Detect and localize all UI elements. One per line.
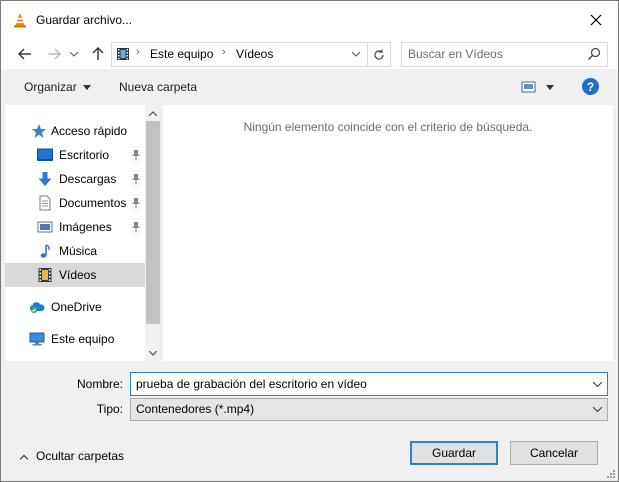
title-bar: Guardar archivo...: [1, 1, 618, 39]
hide-folders-label: Ocultar carpetas: [36, 449, 125, 463]
chevron-down-icon: [70, 51, 78, 57]
file-name-dropdown-button[interactable]: [587, 373, 607, 395]
sidebar-item-label: Acceso rápido: [51, 124, 128, 138]
new-folder-button[interactable]: Nueva carpeta: [119, 80, 197, 94]
hide-folders-toggle[interactable]: Ocultar carpetas: [18, 449, 124, 463]
chevron-up-icon: [149, 110, 157, 116]
vlc-cone-icon: [14, 13, 26, 28]
chevron-down-icon: [592, 381, 602, 387]
save-options-panel: Nombre: Tipo: Contenedores (*.mp4) Ocult…: [1, 361, 618, 481]
recent-locations-button[interactable]: [67, 43, 81, 65]
window-title: Guardar archivo...: [36, 13, 133, 27]
up-button[interactable]: [87, 43, 109, 65]
back-arrow-icon: [18, 48, 31, 60]
forward-arrow-icon: [48, 48, 61, 60]
navigation-bar: › Este equipo › Vídeos: [1, 39, 618, 69]
scroll-thumb[interactable]: [146, 121, 160, 324]
help-button[interactable]: ?: [582, 78, 599, 95]
cancel-button[interactable]: Cancelar: [510, 441, 598, 465]
file-type-select[interactable]: Contenedores (*.mp4): [130, 398, 608, 421]
sidebar-item-onedrive[interactable]: OneDrive: [5, 295, 145, 319]
search-box[interactable]: [401, 42, 608, 67]
refresh-button[interactable]: [367, 43, 390, 66]
star-icon: [32, 124, 46, 138]
change-view-button[interactable]: [521, 80, 557, 94]
sidebar-item-acceso-rapido[interactable]: Acceso rápido: [5, 119, 145, 143]
command-toolbar: Organizar Nueva carpeta ?: [1, 69, 618, 105]
pin-icon: [132, 198, 140, 209]
sidebar-item-label: OneDrive: [51, 300, 102, 314]
breadcrumb-este-equipo[interactable]: Este equipo: [150, 47, 213, 61]
desktop-icon: [37, 148, 53, 161]
download-arrow-icon: [38, 172, 52, 186]
up-arrow-icon: [92, 47, 104, 60]
sidebar-item-label: Este equipo: [51, 332, 115, 346]
file-name-combobox[interactable]: [130, 372, 608, 396]
pin-icon: [132, 222, 140, 233]
forward-button[interactable]: [43, 43, 65, 65]
sidebar-item-musica[interactable]: Música: [5, 239, 145, 263]
chevron-down-icon: [352, 52, 360, 57]
video-folder-icon: [117, 48, 129, 60]
onedrive-cloud-icon: [29, 302, 45, 313]
resize-grip-icon[interactable]: [606, 469, 616, 479]
chevron-down-icon: [149, 350, 157, 356]
sidebar-item-label: Música: [59, 244, 98, 258]
empty-results-message: Ningún elemento coincide con el criterio…: [243, 120, 533, 134]
navigation-pane: Acceso rápido Escritorio Descargas Docum…: [5, 105, 161, 361]
back-button[interactable]: [14, 43, 36, 65]
sidebar-item-label: Imágenes: [59, 220, 112, 234]
pin-icon: [132, 150, 140, 161]
organize-menu-button[interactable]: Organizar: [24, 80, 91, 94]
save-button[interactable]: Guardar: [410, 441, 498, 465]
breadcrumb-separator: ›: [222, 46, 226, 58]
chevron-down-icon: [592, 407, 602, 412]
navigation-pane-scrollbar[interactable]: [145, 105, 161, 361]
sidebar-item-videos[interactable]: Vídeos: [5, 263, 145, 287]
refresh-icon: [374, 49, 384, 60]
sidebar-item-label: Documentos: [59, 196, 127, 210]
caret-down-icon: [82, 85, 91, 91]
sidebar-item-label: Vídeos: [59, 268, 97, 282]
save-file-dialog: Guardar archivo... › Este equipo › Vídeo…: [0, 0, 619, 482]
sidebar-item-imagenes[interactable]: Imágenes: [5, 215, 145, 239]
search-input[interactable]: [408, 46, 578, 62]
music-note-icon: [40, 244, 50, 258]
computer-icon: [29, 332, 45, 346]
close-icon: [590, 14, 602, 26]
sidebar-item-label: Escritorio: [59, 148, 110, 162]
file-list-pane[interactable]: Ningún elemento coincide con el criterio…: [163, 105, 613, 361]
sidebar-item-este-equipo[interactable]: Este equipo: [5, 327, 145, 351]
breadcrumb-separator: ›: [136, 46, 140, 58]
sidebar-item-escritorio[interactable]: Escritorio: [5, 143, 145, 167]
file-type-value: Contenedores (*.mp4): [136, 402, 255, 416]
breadcrumb-videos[interactable]: Vídeos: [236, 47, 273, 61]
film-icon: [38, 268, 52, 282]
file-name-label: Nombre:: [76, 377, 123, 391]
sidebar-item-label: Descargas: [59, 172, 117, 186]
address-bar[interactable]: › Este equipo › Vídeos: [111, 42, 391, 67]
address-history-dropdown[interactable]: [346, 43, 366, 66]
view-options-icon: [521, 81, 554, 93]
file-type-dropdown-button[interactable]: [587, 399, 607, 420]
document-icon: [39, 195, 51, 211]
scroll-up-button[interactable]: [145, 105, 161, 121]
sidebar-item-descargas[interactable]: Descargas: [5, 167, 145, 191]
sidebar-item-documentos[interactable]: Documentos: [5, 191, 145, 215]
close-button[interactable]: [574, 1, 618, 39]
search-icon[interactable]: [587, 47, 601, 61]
pictures-icon: [37, 221, 53, 233]
file-name-input[interactable]: [136, 376, 576, 392]
chevron-up-icon: [19, 454, 29, 460]
scroll-down-button[interactable]: [145, 345, 161, 361]
file-type-label: Tipo:: [96, 402, 123, 416]
pin-icon: [132, 174, 140, 185]
organize-label: Organizar: [24, 80, 77, 94]
